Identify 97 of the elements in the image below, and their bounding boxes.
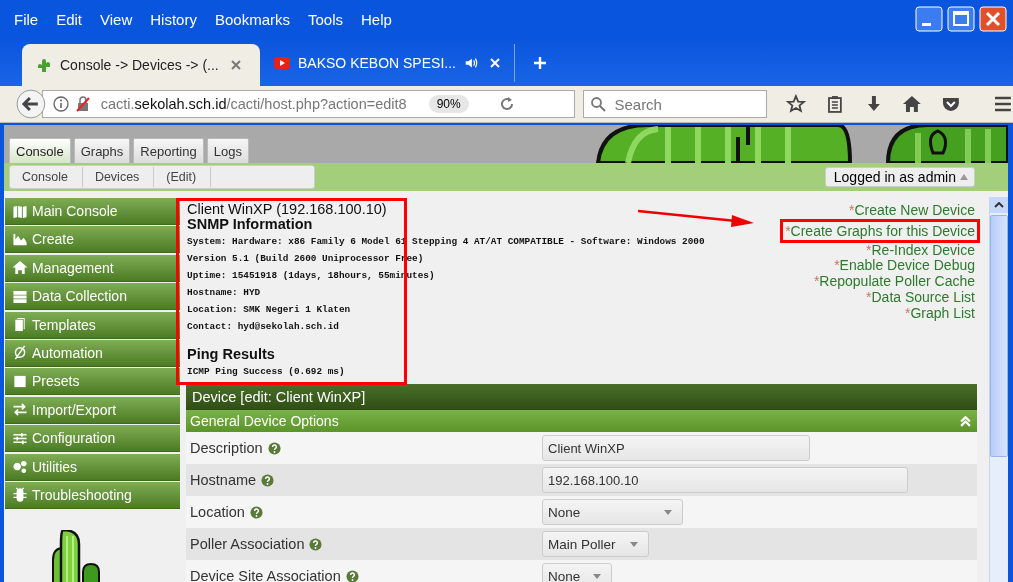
database-icon	[12, 288, 28, 304]
user-menu[interactable]: Logged in as admin	[824, 167, 975, 187]
menu-item[interactable]: View	[100, 10, 133, 28]
text-field[interactable]: Client WinXP	[542, 435, 810, 461]
menu-item[interactable]: Bookmarks	[214, 10, 290, 28]
field-label: Description	[190, 440, 263, 456]
minimize-icon[interactable]	[915, 6, 943, 32]
square-icon	[12, 373, 28, 389]
caret-icon	[630, 541, 638, 547]
help-icon[interactable]	[261, 473, 275, 487]
snmp-line: Location: SMK Negeri 1 Klaten	[187, 303, 352, 317]
caret-icon	[593, 573, 601, 579]
dropdown[interactable]: Main Poller	[542, 531, 649, 557]
sidebar-item[interactable]: Templates	[5, 311, 180, 339]
sidebar-item[interactable]: Presets	[5, 368, 180, 396]
search-field[interactable]: Search	[583, 90, 767, 118]
action-link[interactable]: *Re-Index Device	[866, 242, 975, 259]
scrollbar[interactable]	[989, 197, 1008, 582]
sliders-icon	[12, 430, 28, 446]
action-link[interactable]: *Create Graphs for this Device	[785, 222, 975, 239]
action-link[interactable]: *Data Source List	[866, 289, 975, 306]
play-icon	[274, 55, 290, 71]
snmp-line: Hostname: HYD	[187, 286, 262, 300]
map-icon	[12, 203, 28, 219]
highlight-frame[interactable]: *Create Graphs for this Device	[780, 218, 980, 243]
pages-icon	[12, 317, 28, 333]
action-link[interactable]: *Repopulate Poller Cache	[813, 274, 975, 290]
caret-icon	[664, 509, 672, 515]
nav-tab[interactable]: Logs	[206, 138, 249, 163]
sidebar-item[interactable]: Import/Export	[5, 396, 180, 424]
text-field[interactable]: 192.168.100.10	[542, 467, 908, 493]
maximize-icon[interactable]	[947, 6, 975, 32]
section-heading: Ping Results	[187, 347, 276, 362]
search-icon	[590, 96, 607, 112]
sidebar-item[interactable]: Configuration	[5, 425, 180, 453]
action-link[interactable]: *Create New Device	[848, 203, 975, 219]
help-icon[interactable]	[267, 441, 281, 455]
sidebar-item[interactable]: Data Collection	[5, 283, 180, 311]
zoom-badge[interactable]: 90%	[428, 95, 469, 113]
field-label: Poller Association	[190, 536, 305, 552]
plus-icon[interactable]	[532, 56, 547, 70]
sidebar-item[interactable]: Troubleshooting	[5, 481, 180, 509]
nav-tab[interactable]: Graphs	[73, 138, 131, 163]
chart-icon	[12, 231, 28, 247]
snmp-line: Contact: hyd@sekolah.sch.id	[187, 320, 340, 334]
dropdown[interactable]: None	[542, 499, 683, 525]
browser-tab[interactable]: Console -> Devices -> (...	[22, 44, 260, 86]
menu-item[interactable]: Help	[361, 10, 392, 28]
field-label: Hostname	[190, 472, 257, 488]
section-heading: SNMP Information	[187, 217, 313, 232]
sidebar-item[interactable]: Management	[5, 254, 180, 282]
menu-icon[interactable]	[993, 94, 1013, 114]
address-field[interactable]: cacti.sekolah.sch.id/cacti/host.php?action=edit8 90%	[41, 90, 576, 118]
help-icon[interactable]	[249, 505, 263, 519]
blocked-lock-icon	[74, 96, 91, 112]
scroll-thumb[interactable]	[990, 215, 1008, 457]
star-icon[interactable]	[786, 94, 806, 114]
breadcrumb-link[interactable]: Console	[10, 167, 83, 187]
breadcrumb-link[interactable]: Devices	[82, 167, 155, 187]
help-icon[interactable]	[309, 537, 323, 551]
nav-tab[interactable]: Console	[9, 138, 71, 163]
menu-item[interactable]: Edit	[56, 10, 83, 28]
breadcrumb-link[interactable]: (Edit)	[154, 167, 212, 187]
arrows-icon	[12, 402, 28, 418]
sidebar-item[interactable]: Create	[5, 226, 180, 254]
reload-icon[interactable]	[498, 96, 515, 112]
section-title: General Device Options	[190, 413, 339, 429]
action-link[interactable]: *Graph List	[904, 305, 975, 322]
menu-item[interactable]: File	[14, 10, 39, 28]
menu-item[interactable]: Tools	[308, 10, 343, 28]
scroll-up-button[interactable]	[990, 197, 1008, 213]
dropdown[interactable]: None	[542, 563, 612, 582]
help-icon[interactable]	[345, 569, 359, 582]
sidebar-item[interactable]: Automation	[5, 339, 180, 367]
caret-icon	[960, 174, 968, 180]
info-icon	[52, 96, 69, 112]
speaker-icon[interactable]	[463, 56, 478, 70]
field-label: Location	[190, 504, 245, 520]
action-link[interactable]: *Enable Device Debug	[834, 258, 975, 275]
gears-icon	[12, 459, 28, 474]
device-title: Client WinXP (192.168.100.10)	[187, 201, 388, 217]
nav-tab[interactable]: Reporting	[133, 138, 204, 163]
search-input[interactable]: Search	[612, 94, 757, 114]
browser-tab[interactable]: BAKSO KEBON SPESI...	[260, 44, 515, 82]
home-icon[interactable]	[902, 94, 923, 114]
house-icon	[12, 260, 28, 276]
cactus-icon	[36, 57, 52, 73]
sidebar-item[interactable]: Utilities	[5, 453, 180, 481]
collapse-icon[interactable]	[960, 415, 971, 427]
form-title: Device [edit: Client WinXP]	[192, 389, 366, 405]
bug-icon	[12, 487, 28, 503]
menu-item[interactable]: History	[150, 10, 197, 28]
sidebar-item[interactable]: Main Console	[5, 198, 180, 225]
ping-result: ICMP Ping Success (0.692 ms)	[187, 365, 346, 379]
field-label: Device Site Association	[190, 568, 341, 582]
caret-icon	[994, 202, 1004, 208]
close-icon[interactable]	[230, 60, 241, 70]
